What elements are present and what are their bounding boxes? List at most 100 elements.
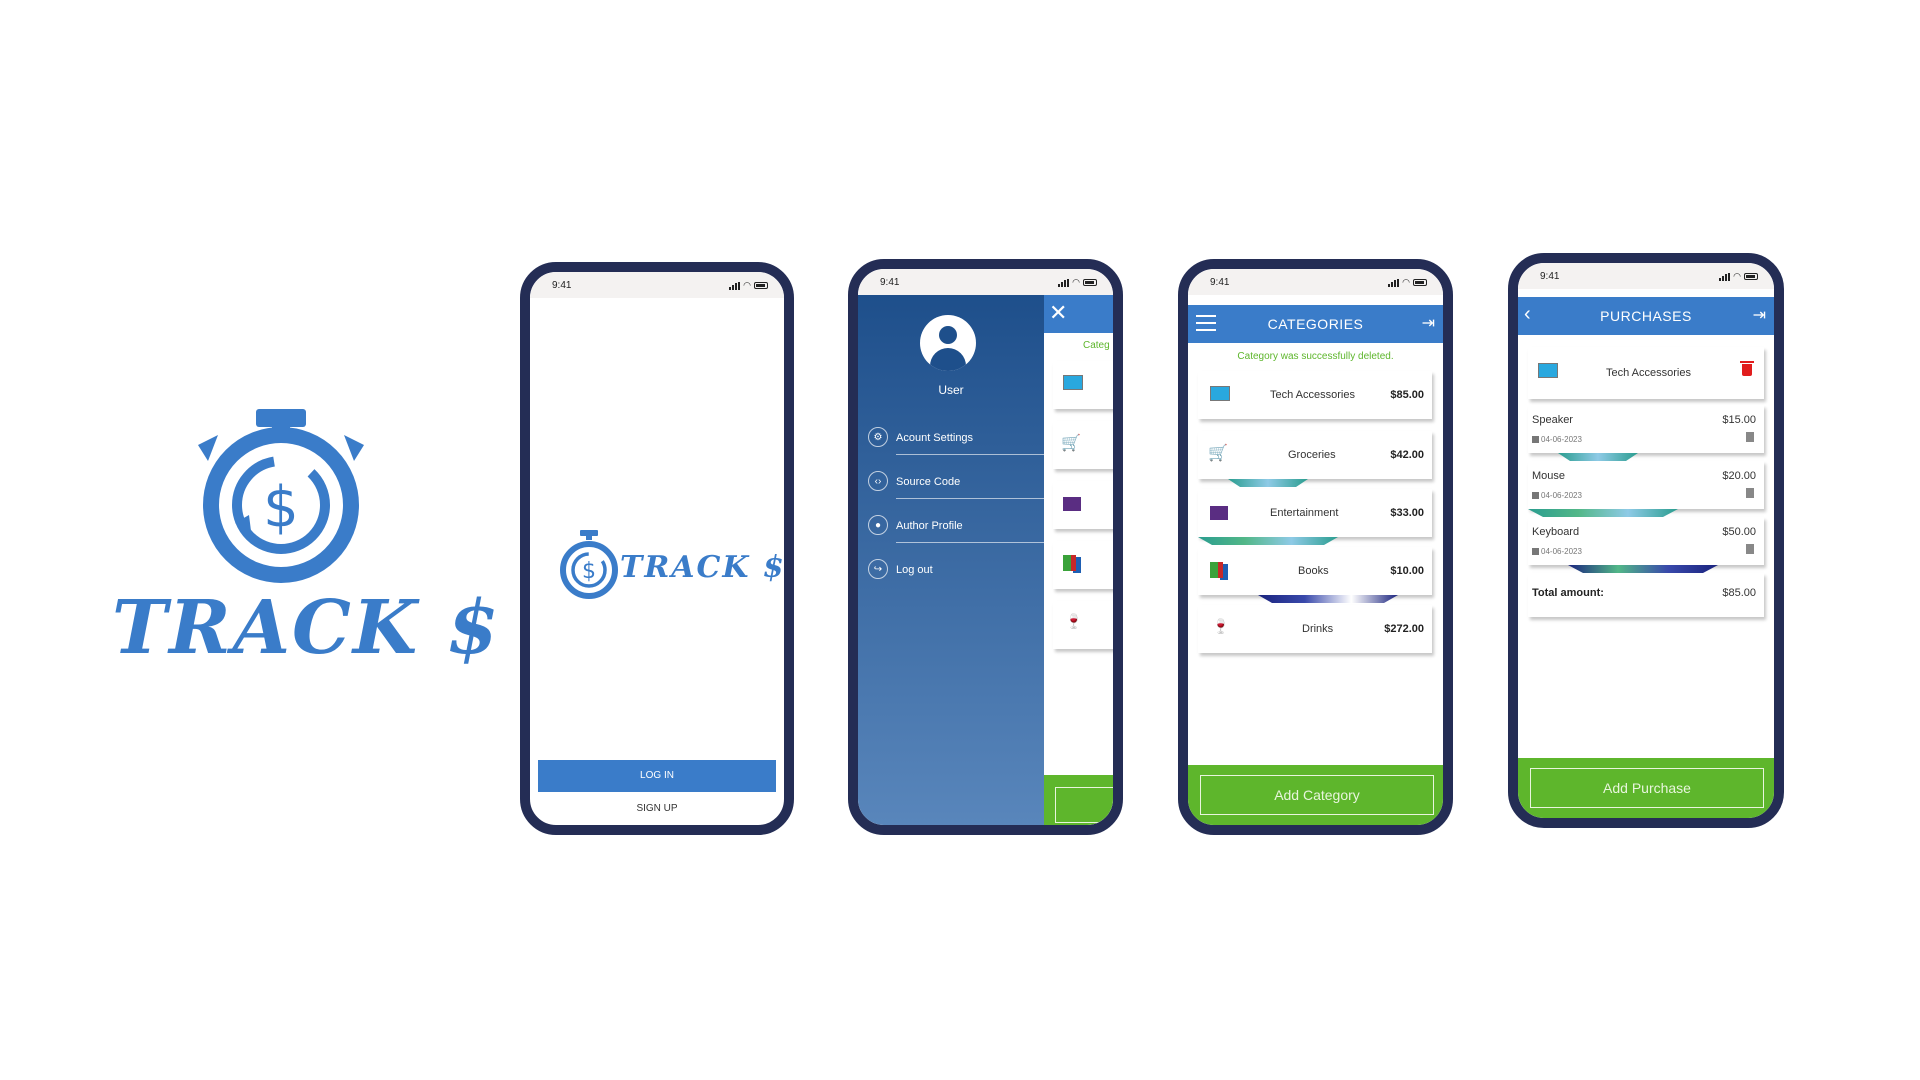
- decorative-pattern: [1528, 509, 1678, 517]
- purchase-card[interactable]: Keyboard 04-06-2023 $50.00: [1528, 517, 1764, 565]
- status-bar: 9:41 ◠: [1188, 269, 1443, 295]
- user-avatar: [920, 315, 976, 371]
- login-button[interactable]: LOG IN: [538, 760, 776, 792]
- signal-icon: [1719, 272, 1731, 281]
- menu-author-profile[interactable]: ● Author Profile: [868, 507, 1044, 543]
- clapperboard-icon: [1063, 497, 1081, 511]
- logout-icon[interactable]: ⇥: [1422, 313, 1435, 333]
- books-icon: [1063, 555, 1071, 571]
- status-time: 9:41: [1540, 271, 1560, 282]
- svg-text:$: $: [263, 475, 299, 540]
- cart-icon: 🛒: [1208, 445, 1228, 462]
- calendar-icon: [1532, 436, 1539, 443]
- trash-icon[interactable]: [1746, 544, 1754, 554]
- clapperboard-icon: [1210, 506, 1228, 520]
- success-message: Category was successfully deleted.: [1237, 351, 1394, 362]
- calendar-icon: [1532, 492, 1539, 499]
- wine-glass-icon: 🍷: [1212, 618, 1230, 634]
- total-card: Total amount: $85.00: [1528, 573, 1764, 617]
- github-icon: ●: [868, 515, 888, 535]
- code-icon: ‹›: [868, 471, 888, 491]
- wifi-icon: ◠: [743, 280, 751, 290]
- purchase-card[interactable]: Mouse 04-06-2023 $20.00: [1528, 461, 1764, 509]
- signal-icon: [1388, 278, 1400, 287]
- add-category-button[interactable]: Add Category: [1200, 775, 1434, 815]
- page-title: CATEGORIES: [1267, 316, 1364, 332]
- status-time: 9:41: [552, 280, 572, 291]
- menu-account-settings[interactable]: ⚙ Acount Settings: [868, 419, 1044, 455]
- decorative-pattern: [1198, 537, 1338, 545]
- stopwatch-dollar-icon: $: [198, 409, 364, 583]
- add-purchase-label: Add Purchase: [1603, 780, 1691, 796]
- total-value: $85.00: [1722, 587, 1756, 599]
- status-time: 9:41: [1210, 277, 1230, 288]
- stopwatch-dollar-icon: $: [560, 530, 618, 599]
- wine-glass-icon: 🍷: [1065, 613, 1083, 629]
- login-brand-title: TRACK $: [620, 550, 786, 585]
- add-purchase-button[interactable]: Add Purchase: [1530, 768, 1764, 808]
- phone-login: 9:41 ◠ $ TRACK $ LOG IN SIGN UP: [520, 262, 794, 835]
- status-bar: 9:41 ◠: [1518, 263, 1774, 289]
- decorative-pattern: [1258, 595, 1398, 603]
- cart-icon: 🛒: [1061, 435, 1081, 452]
- app-bar: ‹ PURCHASES ⇥: [1518, 297, 1774, 335]
- books-icon: [1210, 562, 1218, 578]
- peek-card: [1053, 361, 1113, 409]
- login-button-label: LOG IN: [640, 770, 674, 781]
- user-label: User: [938, 383, 964, 397]
- gear-icon: ⚙: [868, 427, 888, 447]
- page-title: PURCHASES: [1600, 308, 1692, 324]
- footer-bar: Add Category: [1188, 765, 1443, 825]
- decorative-pattern: [1568, 565, 1718, 573]
- menu-source-code[interactable]: ‹› Source Code: [868, 463, 1044, 499]
- app-bar: CATEGORIES ⇥: [1188, 305, 1443, 343]
- status-time: 9:41: [880, 277, 900, 288]
- peek-card: 🍷: [1053, 601, 1113, 649]
- computer-icon: [1538, 363, 1558, 378]
- total-label: Total amount:: [1532, 587, 1604, 599]
- phone-purchases: 9:41 ◠ ‹ PURCHASES ⇥ Tech Accessories Sp…: [1508, 253, 1784, 828]
- category-card[interactable]: Books $10.00: [1198, 547, 1432, 595]
- battery-icon: [1083, 279, 1097, 286]
- menu-log-out[interactable]: ↪ Log out: [868, 551, 1044, 587]
- wifi-icon: ◠: [1733, 271, 1741, 281]
- add-category-label: Add Category: [1274, 787, 1360, 803]
- logout-icon: ↪: [868, 559, 888, 579]
- peek-card: [1053, 541, 1113, 589]
- purchase-card[interactable]: Speaker 04-06-2023 $15.00: [1528, 405, 1764, 453]
- category-header-card: Tech Accessories: [1528, 347, 1764, 399]
- nav-drawer: User ⚙ Acount Settings ‹› Source Code ● Aut…: [858, 295, 1044, 825]
- brand-title: TRACK $: [112, 585, 501, 671]
- decorative-pattern: [1228, 479, 1308, 487]
- wifi-icon: ◠: [1402, 277, 1410, 287]
- computer-icon: [1063, 375, 1083, 390]
- delete-category-icon[interactable]: [1740, 361, 1754, 376]
- close-icon[interactable]: ✕: [1049, 301, 1067, 325]
- peek-message: Categ: [1083, 340, 1110, 351]
- brand-logo: $ TRACK $: [110, 405, 498, 685]
- phone-drawer: 9:41 ◠ ✕ Categ 🛒 🍷 User ⚙ Acount Settings…: [848, 259, 1123, 835]
- signal-icon: [1058, 278, 1070, 287]
- peek-card: [1053, 481, 1113, 529]
- computer-icon: [1210, 386, 1230, 401]
- category-card[interactable]: 🛒 Groceries $42.00: [1198, 431, 1432, 479]
- calendar-icon: [1532, 548, 1539, 555]
- green-footer: [1043, 775, 1113, 825]
- svg-text:$: $: [582, 559, 596, 584]
- footer-bar: Add Purchase: [1518, 758, 1774, 818]
- category-card[interactable]: Tech Accessories $85.00: [1198, 371, 1432, 419]
- peek-card: 🛒: [1053, 421, 1113, 469]
- signal-icon: [729, 281, 741, 290]
- trash-icon[interactable]: [1746, 488, 1754, 498]
- background-page: ✕ Categ 🛒 🍷: [1043, 295, 1113, 825]
- logout-icon[interactable]: ⇥: [1753, 305, 1766, 325]
- wifi-icon: ◠: [1072, 277, 1080, 287]
- decorative-pattern: [1558, 453, 1638, 461]
- category-card[interactable]: Entertainment $33.00: [1198, 489, 1432, 537]
- category-card[interactable]: 🍷 Drinks $272.00: [1198, 605, 1432, 653]
- status-bar: 9:41 ◠: [530, 272, 784, 298]
- login-logo: $ TRACK $: [554, 528, 784, 608]
- battery-icon: [754, 282, 768, 289]
- trash-icon[interactable]: [1746, 432, 1754, 442]
- signup-link[interactable]: SIGN UP: [538, 803, 776, 814]
